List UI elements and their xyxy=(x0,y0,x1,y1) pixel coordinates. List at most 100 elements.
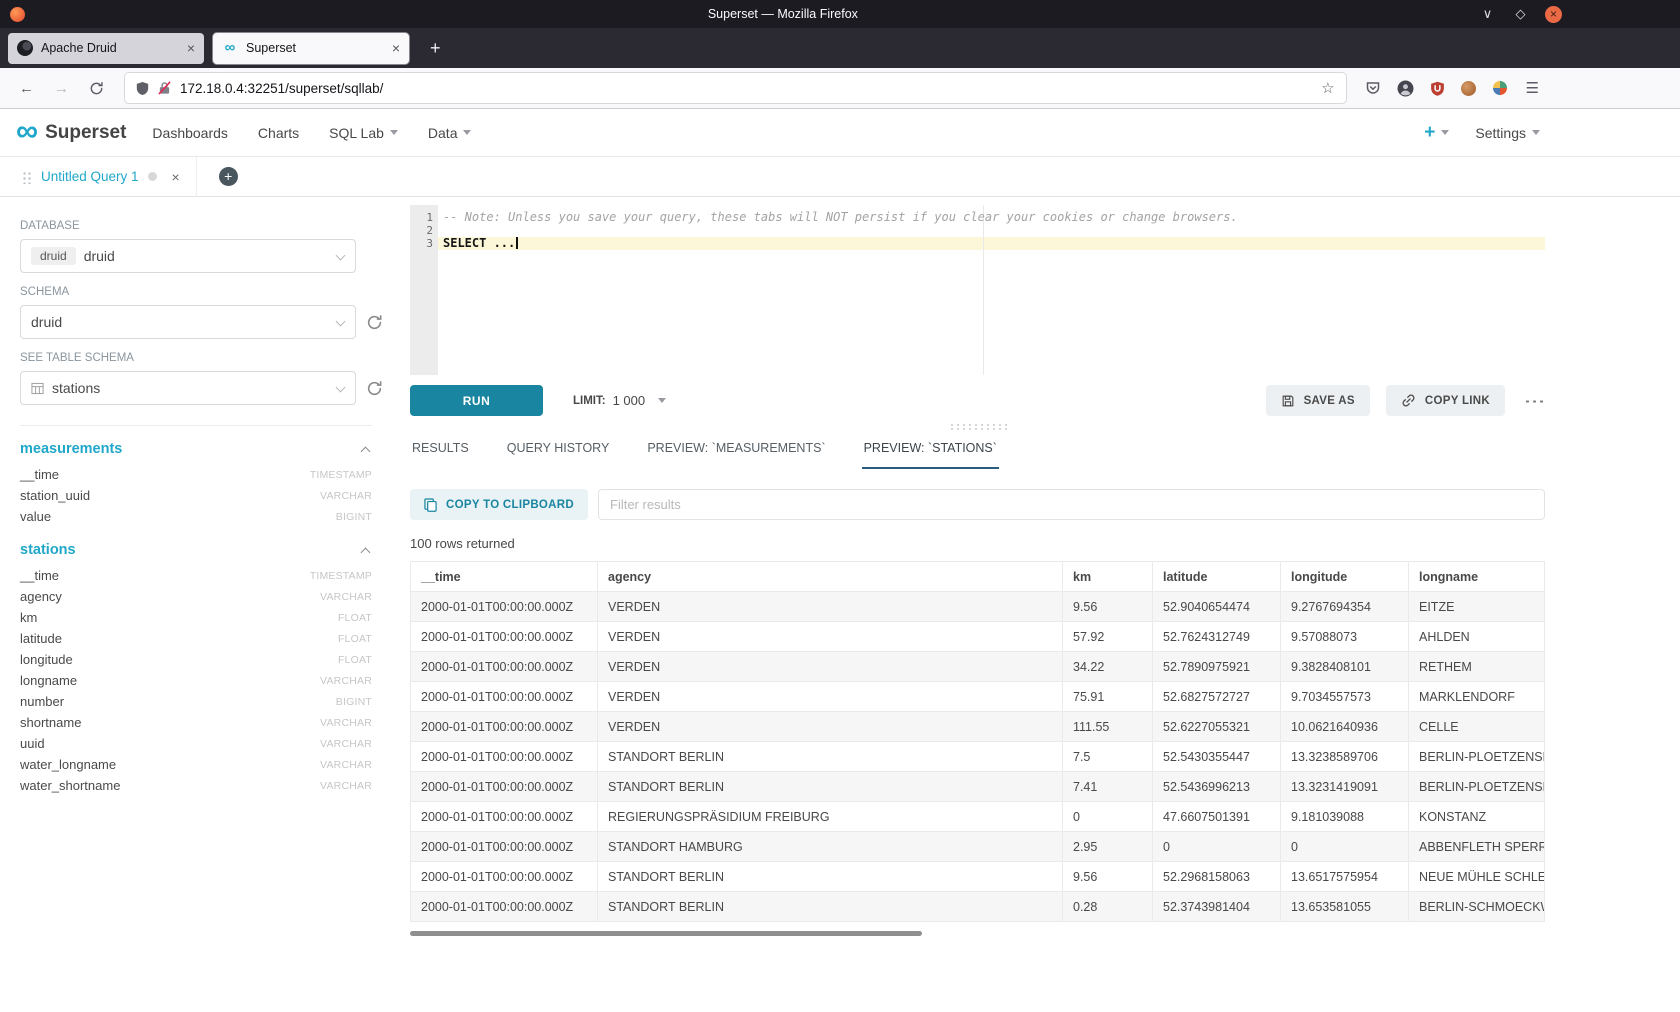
back-button[interactable]: ← xyxy=(10,76,43,101)
menu-icon[interactable]: ☰ xyxy=(1517,75,1548,101)
bookmark-star-icon[interactable]: ☆ xyxy=(1321,79,1334,97)
result-tab[interactable]: PREVIEW: `MEASUREMENTS` xyxy=(645,432,827,469)
refresh-schema-icon[interactable] xyxy=(366,314,383,331)
filter-results-input[interactable] xyxy=(598,489,1545,520)
window-close-icon[interactable]: × xyxy=(1545,6,1562,23)
column-type: VARCHAR xyxy=(320,675,372,687)
results-table-head-row: __timeagencykmlatitudelongitudelongname xyxy=(411,562,1545,592)
database-select[interactable]: druid druid xyxy=(20,239,356,273)
browser-tab-label: Apache Druid xyxy=(41,41,179,55)
result-tab[interactable]: RESULTS xyxy=(410,432,471,469)
resize-handle[interactable] xyxy=(949,423,1007,430)
nav-data[interactable]: Data xyxy=(428,125,472,141)
results-column-header[interactable]: km xyxy=(1063,562,1153,592)
limit-dropdown[interactable]: LIMIT: 1 000 xyxy=(573,393,666,408)
table-cell: 13.3238589706 xyxy=(1281,742,1409,772)
nav-sql-lab[interactable]: SQL Lab xyxy=(329,125,398,141)
settings-menu[interactable]: Settings xyxy=(1475,125,1540,141)
column-type: FLOAT xyxy=(338,654,372,666)
copy-to-clipboard-button[interactable]: COPY TO CLIPBOARD xyxy=(410,489,588,520)
pocket-icon[interactable] xyxy=(1358,80,1388,96)
window-titlebar: Superset — Mozilla Firefox ∨ ◇ × xyxy=(0,0,1680,28)
url-text[interactable]: 172.18.0.4:32251/superset/sqllab/ xyxy=(180,81,1312,96)
results-column-header[interactable]: __time xyxy=(411,562,598,592)
line-number: 2 xyxy=(410,224,433,237)
column-name: longname xyxy=(20,673,77,688)
reload-button[interactable] xyxy=(80,77,113,100)
table-cell: 9.3828408101 xyxy=(1281,652,1409,682)
browser-tab-apache-druid[interactable]: Apache Druid × xyxy=(8,33,204,64)
more-options-icon[interactable] xyxy=(1523,398,1545,403)
account-avatar-icon[interactable] xyxy=(1390,80,1421,97)
table-cell: STANDORT HAMBURG xyxy=(598,832,1063,862)
forward-button[interactable]: → xyxy=(45,76,78,101)
schema-table-header[interactable]: stations xyxy=(20,542,372,558)
superset-logo[interactable]: ∞ Superset xyxy=(16,119,126,146)
refresh-table-icon[interactable] xyxy=(366,380,383,397)
table-cell: ABBENFLETH SPERRWERK xyxy=(1409,832,1545,862)
chevron-down-icon xyxy=(463,130,471,135)
line-number: 1 xyxy=(410,211,433,224)
insecure-lock-icon[interactable] xyxy=(158,81,171,95)
nav-charts[interactable]: Charts xyxy=(258,125,299,141)
schema-column-row: longitudeFLOAT xyxy=(20,649,372,670)
editor-code-area[interactable]: -- Note: Unless you save your query, the… xyxy=(438,205,1545,375)
copy-link-button[interactable]: COPY LINK xyxy=(1386,385,1505,416)
table-cell: 52.6827572727 xyxy=(1153,682,1281,712)
column-type: BIGINT xyxy=(336,696,372,708)
table-cell: 52.2968158063 xyxy=(1153,862,1281,892)
query-tab-bar: Untitled Query 1 × + xyxy=(0,157,1680,197)
extension-icon[interactable] xyxy=(1461,81,1476,96)
result-tab[interactable]: PREVIEW: `STATIONS` xyxy=(862,432,999,469)
window-shade-icon[interactable]: ∨ xyxy=(1479,6,1496,22)
results-column-header[interactable]: latitude xyxy=(1153,562,1281,592)
results-column-header[interactable]: longitude xyxy=(1281,562,1409,592)
results-column-header[interactable]: agency xyxy=(598,562,1063,592)
table-cell: 2.95 xyxy=(1063,832,1153,862)
table-cell: 9.2767694354 xyxy=(1281,592,1409,622)
chevron-down-icon xyxy=(336,383,346,393)
new-tab-button[interactable]: + xyxy=(422,38,449,59)
shield-icon[interactable] xyxy=(136,81,149,96)
table-cell: 13.3231419091 xyxy=(1281,772,1409,802)
table-cell: 10.0621640936 xyxy=(1281,712,1409,742)
collapse-icon[interactable] xyxy=(361,547,371,557)
column-type: BIGINT xyxy=(336,511,372,523)
extensions-pinwheel-icon[interactable] xyxy=(1485,80,1515,96)
table-cell: 111.55 xyxy=(1063,712,1153,742)
tab-close-icon[interactable]: × xyxy=(392,40,400,56)
window-maximize-icon[interactable]: ◇ xyxy=(1512,6,1529,22)
results-table: __timeagencykmlatitudelongitudelongname … xyxy=(410,561,1545,922)
run-button[interactable]: RUN xyxy=(410,385,543,416)
url-bar[interactable]: 172.18.0.4:32251/superset/sqllab/ ☆ xyxy=(125,73,1346,103)
table-cell: BERLIN-PLOETZENSEE UP xyxy=(1409,742,1545,772)
tab-close-icon[interactable]: × xyxy=(187,40,195,56)
horizontal-scrollbar[interactable] xyxy=(410,931,922,936)
query-tab[interactable]: Untitled Query 1 × xyxy=(12,157,197,197)
chevron-down-icon xyxy=(1441,130,1449,135)
chevron-down-icon xyxy=(336,317,346,327)
table-cell: VERDEN xyxy=(598,622,1063,652)
schema-select[interactable]: druid xyxy=(20,305,356,339)
add-query-tab-button[interactable]: + xyxy=(219,167,238,186)
schema-column-row: numberBIGINT xyxy=(20,691,372,712)
collapse-icon[interactable] xyxy=(361,446,371,456)
results-column-header[interactable]: longname xyxy=(1409,562,1545,592)
column-type: TIMESTAMP xyxy=(310,469,372,481)
browser-tab-superset[interactable]: ∞ Superset × xyxy=(213,33,409,64)
result-tab[interactable]: QUERY HISTORY xyxy=(505,432,612,469)
column-name: station_uuid xyxy=(20,488,90,503)
drag-handle-icon[interactable] xyxy=(22,170,32,184)
table-cell: MARKLENDORF xyxy=(1409,682,1545,712)
save-as-button[interactable]: SAVE AS xyxy=(1266,385,1370,416)
close-query-tab-icon[interactable]: × xyxy=(172,169,180,185)
sql-editor[interactable]: 1 2 3 -- Note: Unless you save your quer… xyxy=(410,205,1545,375)
add-new-button[interactable]: + xyxy=(1424,123,1449,142)
ublock-origin-icon[interactable] xyxy=(1423,81,1452,96)
nav-dashboards[interactable]: Dashboards xyxy=(152,125,228,141)
schema-table-header[interactable]: measurements xyxy=(20,441,372,457)
schema-table-section: stations__timeTIMESTAMPagencyVARCHARkmFL… xyxy=(20,542,372,796)
table-schema-select[interactable]: stations xyxy=(20,371,356,405)
table-cell: 7.5 xyxy=(1063,742,1153,772)
table-cell: STANDORT BERLIN xyxy=(598,742,1063,772)
